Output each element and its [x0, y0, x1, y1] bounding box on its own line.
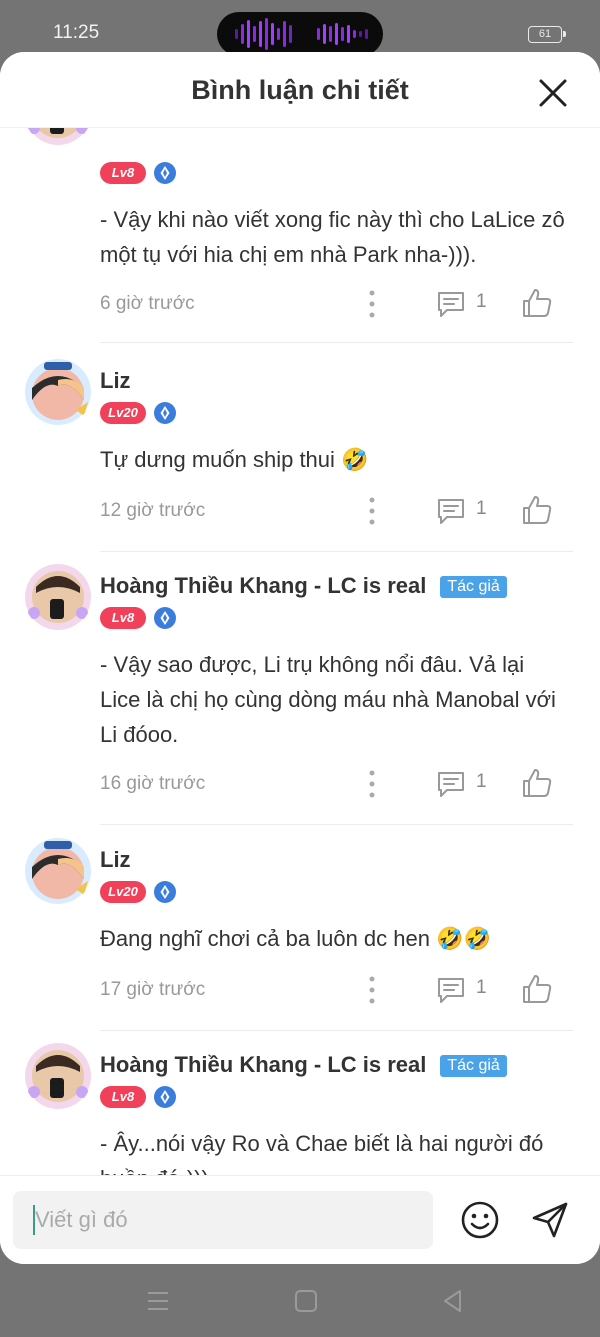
avatar-image [25, 359, 91, 425]
emoji-icon[interactable] [460, 1200, 500, 1240]
comment-actions: 16 giờ trước 1 [0, 769, 600, 799]
comment-text: - Ây...nói vậy Ro và Chae biết là hai ng… [100, 1131, 544, 1175]
more-options-icon[interactable] [360, 289, 384, 319]
comment-list[interactable]: Lv8 - Vậy khi nào viết xong fic này thì … [0, 128, 600, 1175]
vip-icon [154, 402, 176, 424]
comment-actions: 17 giờ trước 1 [0, 975, 600, 1005]
avatar-image [25, 1043, 91, 1109]
like-icon[interactable] [520, 493, 554, 527]
comment-actions: 12 giờ trước 1 [0, 496, 600, 526]
comment-text: - Vậy khi nào viết xong fic này thì cho … [100, 207, 565, 267]
like-icon[interactable] [520, 972, 554, 1006]
reply-button[interactable]: 1 [436, 287, 496, 321]
reply-count: 1 [476, 771, 487, 792]
comment-text: Đang nghĩ chơi cả ba luôn dc hen 🤣🤣 [100, 926, 491, 951]
level-badge: Lv8 [100, 162, 146, 184]
comment-detail-sheet: Bình luận chi tiết Lv8 - Vậy khi nào viế… [0, 52, 600, 1264]
avatar[interactable] [24, 1042, 92, 1110]
comment-time: 17 giờ trước [100, 979, 206, 1000]
author-badge: Tác giả [440, 1055, 507, 1077]
menu-icon[interactable] [145, 1288, 171, 1314]
reply-count: 1 [476, 291, 487, 312]
author-name-text: Hoàng Thiều Khang - LC is real [100, 573, 427, 598]
reply-button[interactable]: 1 [436, 973, 496, 1007]
battery-indicator: 61 [528, 26, 566, 43]
avatar-image [25, 564, 91, 630]
divider [100, 824, 573, 825]
comment-actions: 6 giờ trước 1 [0, 289, 600, 319]
text-cursor [33, 1205, 35, 1235]
more-options-icon[interactable] [360, 496, 384, 526]
vip-icon [154, 607, 176, 629]
level-badge: Lv8 [100, 607, 146, 629]
comment-time: 6 giờ trước [100, 293, 195, 314]
audio-wave-icon [235, 12, 292, 56]
divider [100, 342, 573, 343]
home-icon[interactable] [293, 1288, 319, 1314]
comment-author-name[interactable]: Liz [100, 368, 131, 394]
close-icon [539, 79, 567, 107]
status-time: 11:25 [53, 22, 100, 43]
comment-author-name[interactable]: Hoàng Thiều Khang - LC is real Tác giả [100, 1052, 507, 1078]
system-nav-bar [0, 1264, 600, 1337]
like-icon[interactable] [520, 766, 554, 800]
vip-icon [154, 162, 176, 184]
comment-text: Tự dưng muốn ship thui 🤣 [100, 447, 369, 472]
comment-icon [438, 499, 464, 524]
divider [100, 551, 573, 552]
comment-input-bar [0, 1175, 600, 1264]
divider [100, 1030, 573, 1031]
comment-author-name[interactable]: Liz [100, 847, 131, 873]
send-icon[interactable] [530, 1200, 570, 1240]
reply-button[interactable]: 1 [436, 494, 496, 528]
comment-icon [438, 772, 464, 797]
author-name-text: Hoàng Thiều Khang - LC is real [100, 1052, 427, 1077]
comment-text: - Vậy sao được, Li trụ không nổi đâu. Vả… [100, 652, 556, 747]
dynamic-island [217, 12, 383, 56]
level-badge: Lv20 [100, 402, 146, 424]
more-options-icon[interactable] [360, 975, 384, 1005]
avatar-image [25, 838, 91, 904]
vip-icon [154, 881, 176, 903]
avatar[interactable] [24, 128, 92, 146]
comment-input[interactable] [13, 1191, 433, 1249]
level-badge: Lv8 [100, 1086, 146, 1108]
reply-count: 1 [476, 977, 487, 998]
comment-icon [438, 292, 464, 317]
like-icon[interactable] [520, 286, 554, 320]
avatar[interactable] [24, 837, 92, 905]
avatar[interactable] [24, 563, 92, 631]
sheet-header: Bình luận chi tiết [0, 52, 600, 128]
comment-time: 16 giờ trước [100, 773, 206, 794]
avatar[interactable] [24, 358, 92, 426]
comment-icon [438, 978, 464, 1003]
back-icon[interactable] [440, 1288, 466, 1314]
vip-icon [154, 1086, 176, 1108]
audio-wave-icon-right [317, 12, 368, 56]
comment-time: 12 giờ trước [100, 500, 206, 521]
more-options-icon[interactable] [360, 769, 384, 799]
comment-author-name[interactable]: Hoàng Thiều Khang - LC is real Tác giả [100, 573, 507, 599]
avatar-image [28, 128, 88, 145]
level-badge: Lv20 [100, 881, 146, 903]
page-title: Bình luận chi tiết [191, 75, 409, 105]
author-badge: Tác giả [440, 576, 507, 598]
reply-count: 1 [476, 498, 487, 519]
close-button[interactable] [530, 74, 576, 114]
reply-button[interactable]: 1 [436, 767, 496, 801]
